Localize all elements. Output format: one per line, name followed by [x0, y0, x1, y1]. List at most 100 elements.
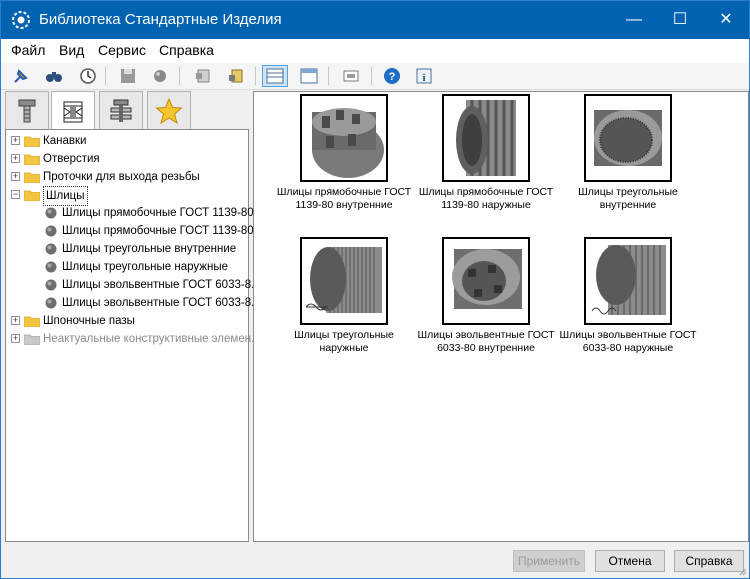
tree-leaf-node[interactable]: Шлицы эвольвентные ГОСТ 6033-8...	[6, 294, 261, 312]
binoculars-icon[interactable]	[43, 65, 65, 87]
tree-node-label: Шлицы эвольвентные ГОСТ 6033-8...	[62, 279, 261, 291]
caption-line: Шлицы прямобочные ГОСТ	[276, 186, 412, 198]
assembly-tab-icon[interactable]	[99, 91, 143, 129]
title-bar[interactable]: Библиотека Стандартные Изделия — ☐ ✕	[1, 1, 749, 39]
pin-icon[interactable]	[10, 65, 32, 87]
spline-part-icon	[45, 297, 57, 309]
toolbar-separator	[328, 67, 329, 85]
tree-leaf-node[interactable]: Шлицы треугольные внутренние	[6, 240, 246, 258]
tree-folder-node[interactable]: − Шлицы	[6, 186, 246, 206]
spline-thumbnail-icon[interactable]	[584, 237, 672, 325]
folder-icon	[24, 154, 40, 165]
menu-help[interactable]: Справка	[159, 42, 214, 58]
menu-service[interactable]: Сервис	[98, 42, 146, 58]
caption-line: Шлицы эвольвентные ГОСТ	[417, 329, 555, 341]
help-icon[interactable]: ?	[381, 65, 403, 87]
sphere-icon[interactable]	[149, 65, 171, 87]
element-card[interactable]: Шлицы эвольвентные ГОСТ 6033-80 внутренни…	[416, 237, 556, 355]
tree-folder-node[interactable]: + Шпоночные пазы	[6, 312, 246, 330]
tree-node-label: Шлицы эвольвентные ГОСТ 6033-8...	[62, 297, 261, 309]
expand-toggle-icon[interactable]: +	[11, 172, 20, 181]
menu-bar: Файл Вид Сервис Справка	[1, 39, 749, 63]
nut-tab-icon[interactable]	[51, 91, 95, 131]
maximize-button[interactable]: ☐	[657, 1, 703, 39]
preview-icon[interactable]	[340, 65, 362, 87]
element-card[interactable]: Шлицы прямобочные ГОСТ 1139-80 внутренние	[274, 94, 414, 212]
caption-line: 6033-80 внутренние	[437, 342, 535, 354]
tree-folder-node[interactable]: + Канавки	[6, 132, 246, 150]
element-card[interactable]: Шлицы треугольные внутренние	[558, 94, 698, 212]
tree-leaf-node[interactable]: Шлицы прямобочные ГОСТ 1139-80...	[6, 222, 263, 240]
thumbnails-view-icon[interactable]	[262, 65, 288, 87]
caption-line: 1139-80 наружные	[441, 199, 531, 211]
library-tree[interactable]: + Канавки + Отверстия + Проточки для выхода р…	[5, 129, 263, 542]
details-view-icon[interactable]	[298, 65, 320, 87]
tree-folder-node[interactable]: + Проточки для выхода резьбы	[6, 168, 246, 186]
spline-thumbnail-icon[interactable]	[584, 94, 672, 182]
element-caption: Шлицы эвольвентные ГОСТ 6033-80 наружные	[558, 329, 698, 355]
export-icon[interactable]	[225, 65, 247, 87]
tree-leaf-node[interactable]: Шлицы прямобочные ГОСТ 1139-80...	[6, 204, 263, 222]
favorites-star-icon[interactable]	[147, 91, 191, 129]
tree-node-label: Проточки для выхода резьбы	[43, 171, 200, 183]
caption-line: внутренние	[599, 199, 657, 211]
clock-icon[interactable]	[77, 65, 99, 87]
caption-line: Шлицы прямобочные ГОСТ	[418, 186, 554, 198]
element-caption: Шлицы треугольные наружные	[274, 329, 414, 355]
toolbar-separator	[105, 67, 106, 85]
tree-folder-node[interactable]: + Отверстия	[6, 150, 246, 168]
tree-node-label: Канавки	[43, 135, 87, 147]
info-icon[interactable]: i	[413, 65, 435, 87]
spline-part-icon	[45, 225, 57, 237]
tree-leaf-node[interactable]: Шлицы треугольные наружные	[6, 258, 246, 276]
category-tabs	[5, 91, 249, 131]
expand-toggle-icon[interactable]: +	[11, 136, 20, 145]
tree-node-label: Отверстия	[43, 153, 100, 165]
folder-icon	[24, 190, 40, 201]
minimize-button[interactable]: —	[611, 1, 657, 39]
library-gear-icon	[12, 11, 30, 29]
expand-toggle-icon[interactable]: +	[11, 316, 20, 325]
tree-node-label: Неактуальные конструктивные элемен...	[43, 333, 261, 345]
help-button[interactable]: Справка	[674, 550, 744, 572]
spline-part-icon	[45, 207, 57, 219]
caption-line: Шлицы треугольные	[294, 329, 394, 341]
folder-icon	[24, 316, 40, 327]
expand-toggle-icon[interactable]: +	[11, 334, 20, 343]
spline-part-icon	[45, 261, 57, 273]
tree-node-label: Шлицы прямобочные ГОСТ 1139-80...	[62, 225, 264, 237]
list-icon[interactable]	[192, 65, 214, 87]
element-card[interactable]: Шлицы треугольные наружные	[274, 237, 414, 355]
tree-node-label: Шпоночные пазы	[43, 315, 135, 327]
resize-grip-icon[interactable]	[737, 566, 747, 576]
svg-text:?: ?	[389, 71, 396, 83]
element-card[interactable]: Шлицы эвольвентные ГОСТ 6033-80 наружные	[558, 237, 698, 355]
cancel-button[interactable]: Отмена	[595, 550, 665, 572]
bolt-tab-icon[interactable]	[5, 91, 49, 129]
spline-part-icon	[45, 279, 57, 291]
element-caption: Шлицы прямобочные ГОСТ 1139-80 внутренние	[274, 186, 414, 212]
spline-thumbnail-icon[interactable]	[300, 94, 388, 182]
menu-view[interactable]: Вид	[59, 42, 84, 58]
tree-node-label: Шлицы треугольные внутренние	[62, 243, 237, 255]
close-button[interactable]: ✕	[703, 1, 749, 39]
spline-thumbnail-icon[interactable]	[442, 237, 530, 325]
menu-file[interactable]: Файл	[11, 42, 45, 58]
collapse-toggle-icon[interactable]: −	[11, 190, 20, 199]
spline-thumbnail-icon[interactable]	[300, 237, 388, 325]
expand-toggle-icon[interactable]: +	[11, 154, 20, 163]
folder-icon	[24, 172, 40, 183]
toolbar-separator	[371, 67, 372, 85]
caption-line: 6033-80 наружные	[582, 342, 674, 354]
caption-line: Шлицы треугольные	[578, 186, 678, 198]
spline-thumbnail-icon[interactable]	[442, 94, 530, 182]
elements-grid[interactable]: Шлицы прямобочные ГОСТ 1139-80 внутренние…	[253, 91, 749, 542]
tree-node-label: Шлицы прямобочные ГОСТ 1139-80...	[62, 207, 264, 219]
spline-part-icon	[45, 243, 57, 255]
tree-leaf-node[interactable]: Шлицы эвольвентные ГОСТ 6033-8...	[6, 276, 261, 294]
element-card[interactable]: Шлицы прямобочные ГОСТ 1139-80 наружные	[416, 94, 556, 212]
tree-folder-node[interactable]: + Неактуальные конструктивные элемен...	[6, 330, 261, 348]
apply-button[interactable]: Применить	[513, 550, 585, 572]
folder-icon	[24, 136, 40, 147]
save-icon[interactable]	[117, 65, 139, 87]
